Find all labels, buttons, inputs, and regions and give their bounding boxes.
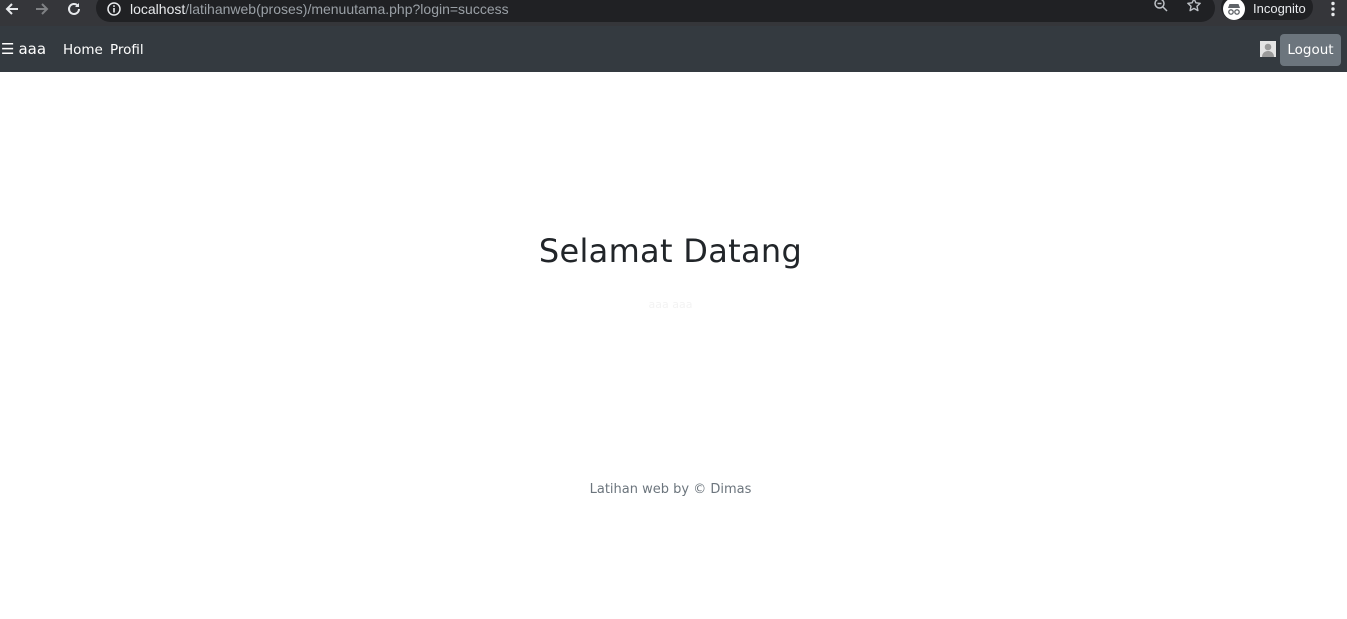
brand-menu-toggle[interactable]: ☰ aaa	[1, 40, 46, 58]
url-path: /latihanweb(proses)/menuutama.php?login=…	[185, 1, 509, 17]
back-icon[interactable]	[0, 0, 24, 18]
welcome-heading: Selamat Datang	[538, 232, 803, 270]
logout-button[interactable]: Logout	[1280, 34, 1341, 66]
user-name-text: aaa aaa	[648, 298, 693, 311]
star-icon[interactable]	[1184, 0, 1204, 14]
nav-link-home[interactable]: Home	[63, 42, 103, 58]
hamburger-icon: ☰	[1, 40, 15, 58]
address-bar[interactable]: localhost/latihanweb(proses)/menuutama.p…	[96, 0, 1215, 22]
url-host: localhost	[130, 1, 186, 17]
url-text[interactable]: localhost/latihanweb(proses)/menuutama.p…	[130, 1, 509, 17]
zoom-icon[interactable]	[1151, 0, 1171, 14]
footer-text: Latihan web by © Dimas	[589, 482, 752, 497]
reload-icon[interactable]	[62, 0, 86, 18]
incognito-label: Incognito	[1253, 1, 1306, 16]
incognito-icon	[1223, 0, 1245, 20]
forward-icon[interactable]	[30, 0, 54, 18]
nav-link-profil[interactable]: Profil	[110, 42, 144, 58]
browser-toolbar: localhost/latihanweb(proses)/menuutama.p…	[0, 0, 1347, 26]
incognito-badge[interactable]: Incognito	[1221, 0, 1313, 20]
info-icon[interactable]	[107, 2, 121, 16]
user-avatar-icon[interactable]	[1260, 41, 1276, 57]
navbar: ☰ aaa Home Profil Logout	[0, 26, 1347, 72]
brand-label: aaa	[18, 40, 47, 58]
more-icon[interactable]	[1326, 0, 1340, 18]
